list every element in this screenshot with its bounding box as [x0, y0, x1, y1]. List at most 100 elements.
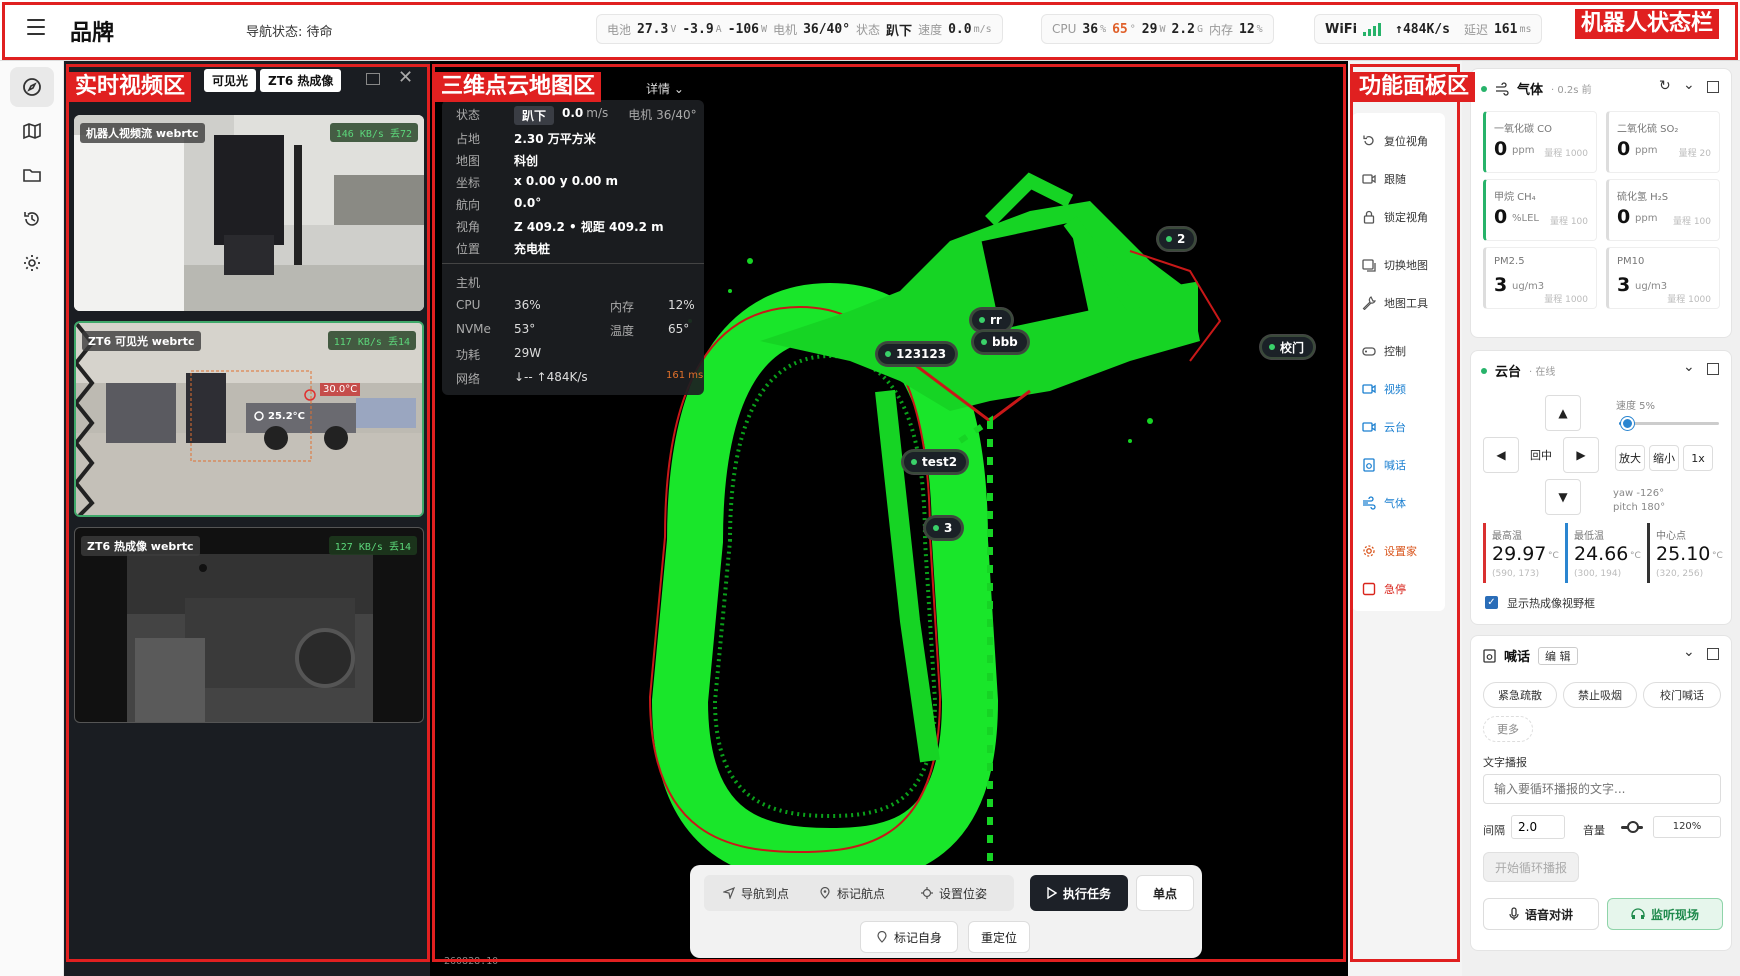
map-marker[interactable]: test2: [902, 450, 969, 474]
set-home-button[interactable]: 设置家: [1362, 543, 1417, 559]
video-area: 可见光 ZT6 热成像 ✕ 机器人视频流 webrtc 146 KB/s 丢72: [64, 61, 430, 976]
video-card-robot[interactable]: 机器人视频流 webrtc 146 KB/s 丢72: [74, 115, 424, 311]
preset-chip[interactable]: 禁止吸烟: [1563, 682, 1637, 708]
set-pose-button[interactable]: 设置位姿: [902, 879, 1006, 907]
map-icon[interactable]: [10, 111, 54, 151]
zoom-out-button[interactable]: 缩小: [1649, 445, 1679, 471]
speak-card: 喊话 编 辑 ⌄ 紧急疏散 禁止吸烟 校门喊话 更多 文字播报 间隔 音量 12…: [1470, 635, 1732, 951]
emergency-stop-button[interactable]: 急停: [1362, 581, 1406, 597]
video-card-thermal[interactable]: ZT6 热成像 webrtc 127 KB/s 丢14: [74, 527, 424, 723]
single-point-button[interactable]: 单点: [1136, 875, 1194, 911]
volume-slider[interactable]: [1621, 821, 1643, 833]
map-action-bar: 导航到点 标记航点 设置位姿 执行任务 单点 标记自身 重定位: [690, 865, 1202, 958]
ptz-speed-label: 速度 5%: [1616, 401, 1656, 412]
volume-value[interactable]: 120%: [1653, 816, 1721, 838]
map-marker[interactable]: 3: [924, 516, 964, 540]
more-chip[interactable]: 更多: [1483, 716, 1533, 742]
speak-title: 喊话: [1504, 650, 1531, 665]
detail-toggle[interactable]: 详情 ⌄: [646, 80, 684, 97]
video-label: ZT6 热成像 webrtc: [81, 536, 200, 556]
pin-icon: [820, 887, 830, 899]
switch-map-button[interactable]: 切换地图: [1362, 257, 1428, 273]
play-icon: [1047, 887, 1057, 899]
nav-to-button[interactable]: 导航到点: [710, 879, 802, 907]
nav-status: 导航状态: 待命: [246, 25, 333, 40]
region-label-map: 三维点云地图区: [435, 72, 602, 102]
volume-label: 音量: [1583, 824, 1605, 837]
video-card-visible[interactable]: ZT6 可见光 webrtc 117 KB/s 丢14 30.0°C 25.2°…: [74, 321, 424, 517]
ptz-pitch: pitch 180°: [1613, 502, 1666, 513]
chevron-down-icon[interactable]: ⌄: [1683, 644, 1695, 660]
close-icon[interactable]: ✕: [398, 67, 413, 88]
settings-icon[interactable]: [10, 243, 54, 283]
tab-thermal[interactable]: ZT6 热成像: [260, 69, 342, 92]
menu-icon[interactable]: [27, 19, 45, 35]
folder-icon[interactable]: [10, 155, 54, 195]
wind-icon: [1496, 81, 1509, 96]
follow-button[interactable]: 跟随: [1362, 171, 1406, 187]
control-button[interactable]: 控制: [1362, 343, 1406, 359]
compass-icon[interactable]: [10, 67, 54, 107]
tts-input[interactable]: [1483, 774, 1721, 804]
gas-h2s: 硫化氢 H₂S 0 ppm 量程 100: [1606, 179, 1720, 241]
map-marker[interactable]: rr: [970, 308, 1013, 332]
refresh-icon[interactable]: ↻: [1659, 78, 1671, 94]
video-button[interactable]: 视频: [1362, 381, 1406, 397]
ptz-online: · 在线: [1529, 367, 1556, 378]
speak-button[interactable]: 喊话: [1362, 457, 1406, 473]
edit-button[interactable]: 编 辑: [1538, 646, 1578, 665]
interval-input[interactable]: [1511, 815, 1565, 839]
panel-icon[interactable]: [1707, 363, 1719, 375]
left-nav-rail: [0, 61, 64, 976]
ptz-left-button[interactable]: ◀: [1483, 437, 1519, 473]
gas-button[interactable]: 气体: [1362, 495, 1406, 511]
reset-icon: [1363, 135, 1374, 146]
visible-video-frame: [76, 323, 422, 515]
zoom-in-button[interactable]: 放大: [1615, 445, 1645, 471]
history-icon[interactable]: [10, 199, 54, 239]
map-marker[interactable]: 123123: [876, 342, 958, 366]
zoom-level[interactable]: 1x: [1683, 445, 1713, 471]
ptz-up-button[interactable]: ▲: [1545, 395, 1581, 431]
ptz-center-button[interactable]: 回中: [1521, 437, 1561, 473]
ptz-speed-slider[interactable]: [1619, 417, 1719, 430]
lock-view-button[interactable]: 锁定视角: [1362, 209, 1428, 225]
ptz-button[interactable]: 云台: [1362, 419, 1406, 435]
execute-task-button[interactable]: 执行任务: [1030, 875, 1128, 911]
map-marker[interactable]: 2: [1157, 227, 1197, 251]
robot-status-bar: 品牌 导航状态: 待命 电池 27.3 V -3.9 A -106 W 电机 36/4…: [0, 0, 1740, 61]
listen-scene-button[interactable]: 监听现场: [1607, 898, 1723, 930]
wrench-icon: [1362, 296, 1376, 310]
gas-co: 一氧化碳 CO 0 ppm 量程 1000: [1483, 111, 1597, 173]
chevron-down-icon[interactable]: ⌄: [1683, 359, 1695, 375]
map-marker[interactable]: 校门: [1260, 335, 1316, 359]
interval-label: 间隔: [1483, 824, 1505, 837]
robot-video-frame: [74, 115, 424, 311]
panel-icon[interactable]: [1707, 648, 1719, 660]
panel-icon[interactable]: [1707, 81, 1719, 93]
preset-chip[interactable]: 校门喊话: [1643, 682, 1721, 708]
preset-chip[interactable]: 紧急疏散: [1483, 682, 1557, 708]
reset-view-button[interactable]: 复位视角: [1362, 133, 1428, 149]
ptz-right-button[interactable]: ▶: [1563, 437, 1599, 473]
chevron-down-icon[interactable]: ⌄: [1683, 77, 1695, 93]
map-marker[interactable]: bbb: [972, 330, 1029, 354]
window-icon[interactable]: [366, 73, 380, 85]
relocate-button[interactable]: 重定位: [968, 921, 1030, 953]
voice-intercom-button[interactable]: 语音对讲: [1483, 898, 1599, 930]
status-dot: [1481, 85, 1487, 92]
stop-icon: [1362, 582, 1376, 596]
ptz-title: 云台: [1495, 365, 1522, 380]
region-label-status: 机器人状态栏: [1575, 9, 1720, 39]
tab-visible[interactable]: 可见光: [204, 69, 257, 92]
mark-waypoint-button[interactable]: 标记航点: [806, 879, 898, 907]
video-label: ZT6 可见光 webrtc: [82, 331, 201, 351]
start-loop-button[interactable]: 开始循环播报: [1483, 852, 1579, 882]
mark-self-button[interactable]: 标记自身: [860, 921, 958, 953]
temp-center-label: 25.2°C: [268, 411, 306, 422]
version-label: 260828.10: [444, 956, 499, 967]
show-fov-checkbox[interactable]: ✓: [1485, 596, 1498, 609]
video-label: 机器人视频流 webrtc: [80, 123, 205, 143]
map-tools-button[interactable]: 地图工具: [1362, 295, 1428, 311]
ptz-down-button[interactable]: ▼: [1545, 479, 1581, 515]
